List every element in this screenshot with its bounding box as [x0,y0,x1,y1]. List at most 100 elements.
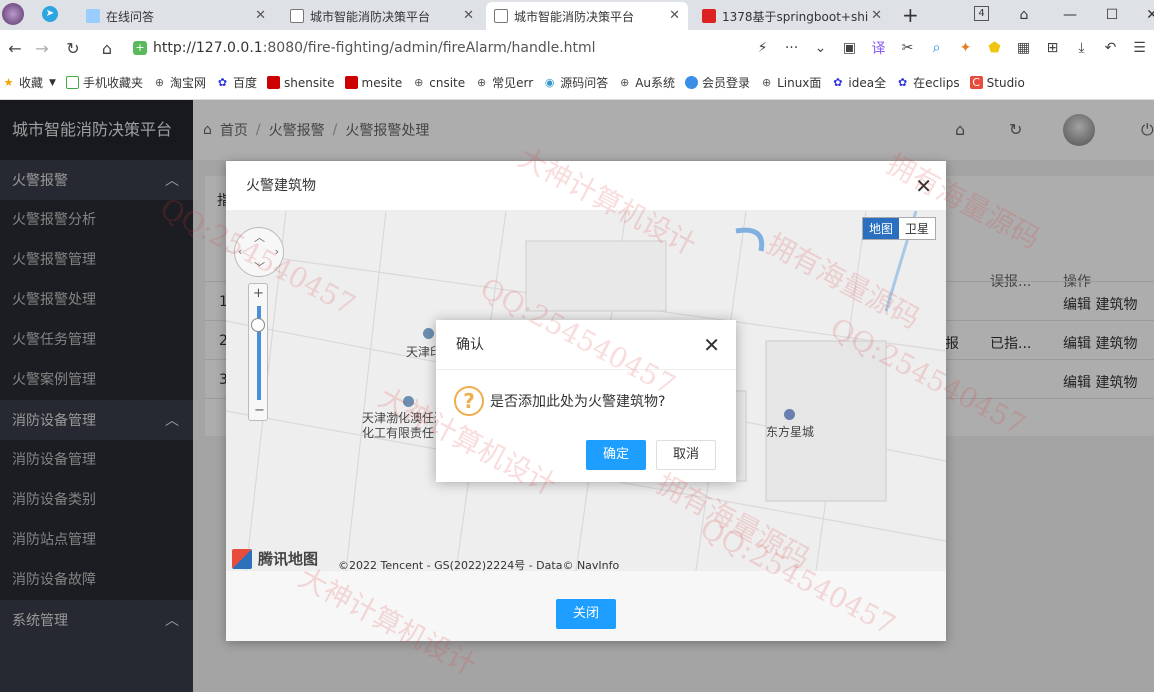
red-square-icon [266,76,280,89]
c-icon: C [969,76,983,89]
browser-tab-bar: ➤ 在线问答 ✕ 城市智能消防决策平台 ✕ 城市智能消防决策平台 ✕ 1378基… [0,0,1154,30]
bookmark-mesite[interactable]: mesite [344,76,402,90]
secure-shield-icon: + [133,41,147,55]
bookmark-cnsite[interactable]: ⊕ cnsite [412,76,465,90]
dialog-footer: 关闭 [226,571,946,641]
reader-icon[interactable]: ▣ [835,33,864,63]
tab-title: 城市智能消防决策平台 [310,9,431,24]
confirm-message: 是否添加此处为火警建筑物? [490,394,666,410]
qa-favicon-icon [86,9,100,23]
lightning-icon[interactable]: ⚡ [748,33,777,63]
profile-avatar[interactable] [2,3,24,25]
new-tab-button[interactable]: + [902,3,919,27]
game-icon[interactable]: ✦ [951,33,980,63]
minimize-button[interactable]: — [1052,0,1088,30]
close-icon[interactable]: ✕ [255,8,266,23]
bookmark-source-qa[interactable]: ◉ 源码问答 [543,74,608,91]
globe-icon: ⊕ [477,76,487,89]
bookmark-member[interactable]: 会员登录 [685,74,750,91]
tencent-map-logo: 腾讯地图 [232,548,318,569]
bookmark-taobao[interactable]: ⊕ 淘宝网 [153,74,206,91]
search-icon[interactable]: ⌕ [922,33,951,63]
toolbar-icons: ⚡ ··· ⌄ ▣ 译 ✂ ⌕ ✦ ⬟ ▦ ⊞ ⤓ ↶ ☰ [748,33,1154,63]
bookmark-studio[interactable]: C Studio [969,76,1025,90]
map-type-map-button[interactable]: 地图 [863,218,900,239]
confirm-dialog: 确认 ✕ ? 是否添加此处为火警建筑物? 确定 取消 [436,320,736,482]
scissors-icon[interactable]: ✂ [893,33,922,63]
download-icon[interactable]: ⤓ [1067,33,1096,63]
close-icon[interactable]: ✕ [669,8,680,23]
zoom-control[interactable]: + − [248,283,268,421]
chevron-right-icon[interactable]: › [275,245,279,258]
chevron-down-icon[interactable]: ﹀ [254,259,265,275]
bookmark-errors[interactable]: ⊕ 常见err [475,74,533,91]
map-type-satellite-button[interactable]: 卫星 [899,218,936,239]
map-label: 东方星城 [766,425,815,439]
bookmarks-bar: ★ 收藏 ▼ 手机收藏夹 ⊕ 淘宝网 ✿ 百度 shensite mesite ⊕ cns… [0,66,1154,100]
bookmark-linux[interactable]: ⊕ Linux面 [760,74,821,91]
close-icon[interactable]: ✕ [871,8,882,23]
bookmark-au[interactable]: ⊕ Au系统 [618,74,675,91]
close-icon[interactable]: ✕ [463,8,474,23]
paw-icon: ✿ [833,76,843,89]
url-path: :8080/fire-fighting/admin/fireAlarm/hand… [262,40,596,56]
close-icon[interactable]: ✕ [915,161,932,211]
url-host: http://127.0.0.1 [153,40,263,56]
tab-platform-2[interactable]: 城市智能消防决策平台 ✕ [486,2,688,30]
tab-platform-1[interactable]: 城市智能消防决策平台 ✕ [282,2,482,30]
apps-icon[interactable]: ▦ [1009,33,1038,63]
map-type-switch[interactable]: 地图 卫星 [862,217,937,240]
globe-icon: ⊕ [620,76,630,89]
translate-icon[interactable]: 译 [864,33,893,63]
bookmark-idea[interactable]: ✿ idea全 [831,74,886,91]
confirm-cancel-button[interactable]: 取消 [656,440,716,470]
browser-nav-bar: ← → ↻ ⌂ + http://127.0.0.1:8080/fire-fig… [0,30,1154,66]
bookmark-mobile[interactable]: 手机收藏夹 [65,74,143,91]
more-icon[interactable]: ··· [777,33,806,63]
chevron-down-icon[interactable]: ⌄ [806,33,835,63]
bookmark-eclipse[interactable]: ✿ 在eclips [896,74,960,91]
menu-icon[interactable]: ☰ [1125,33,1154,63]
close-button[interactable]: 关闭 [556,599,616,629]
zoom-handle[interactable] [251,318,265,332]
home-button[interactable]: ⌂ [92,33,122,63]
address-bar[interactable]: + http://127.0.0.1:8080/fire-fighting/ad… [133,34,733,62]
shield-icon[interactable]: ⬟ [980,33,1009,63]
reload-button[interactable]: ↻ [58,33,88,63]
question-icon: ? [454,386,484,416]
back-button[interactable]: ← [0,33,30,63]
eye-icon: ◉ [544,76,555,89]
zoom-in-icon[interactable]: + [253,286,264,301]
forward-button[interactable]: → [27,33,57,63]
chevron-up-icon[interactable]: ︿ [254,229,265,245]
zoom-out-icon[interactable]: − [254,403,265,418]
tab-count-badge[interactable]: 4 [974,6,989,21]
maximize-button[interactable]: ☐ [1094,0,1130,30]
image-favicon-icon [494,9,508,23]
chevron-down-icon: ▼ [49,77,56,88]
confirm-ok-button[interactable]: 确定 [586,440,646,470]
bookmark-shensite[interactable]: shensite [266,76,335,90]
chevron-left-icon[interactable]: ‹ [238,245,242,258]
confirm-body: ? 是否添加此处为火警建筑物? [454,386,665,416]
shirt-icon[interactable]: ⌂ [1006,0,1042,30]
tab-title: 1378基于springboot+shi [722,9,869,24]
map-pin-icon [403,396,414,407]
paw-icon: ✿ [217,76,228,89]
tab-qa[interactable]: 在线问答 ✕ [78,2,274,30]
telegram-icon[interactable]: ➤ [42,6,58,22]
bookmark-favorites[interactable]: ★ 收藏 ▼ [2,74,56,91]
globe-icon: ⊕ [761,76,772,89]
tab-title: 在线问答 [106,9,155,24]
bookmark-baidu[interactable]: ✿ 百度 [216,74,257,91]
confirm-title: 确认 ✕ [436,320,736,370]
pan-control[interactable]: ︿ ‹ › ﹀ [234,227,284,277]
tab-springboot[interactable]: 1378基于springboot+shi ✕ [694,2,890,30]
paw-icon: ✿ [898,76,908,89]
undo-icon[interactable]: ↶ [1096,33,1125,63]
extension-icon[interactable]: ⊞ [1038,33,1067,63]
window-close-button[interactable]: ✕ [1134,0,1154,30]
cloud-icon [685,76,699,89]
close-icon[interactable]: ✕ [703,320,720,370]
red-square-icon [344,76,358,89]
